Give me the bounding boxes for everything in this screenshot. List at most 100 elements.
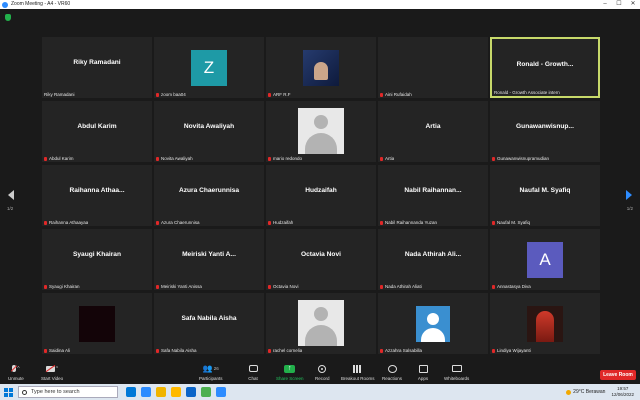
participant-name-label: Abdul Karim <box>44 156 74 161</box>
participant-name-text: Ronald - Growth Associate intern <box>494 90 560 95</box>
participant-tile[interactable]: Zzoom baa04 <box>154 37 264 98</box>
participant-name-label: Syaugi Khairan <box>44 284 80 289</box>
participant-name-text: Azzahra Salsabilla <box>385 348 423 353</box>
apps-button[interactable]: Apps <box>417 364 429 381</box>
taskbar-app-icon[interactable] <box>201 387 211 397</box>
previous-page-arrow-icon[interactable] <box>8 190 14 200</box>
whiteboards-button[interactable]: Whiteboards <box>444 364 469 381</box>
window-title: Zoom Meeting - A4 - VR60 <box>11 1 71 7</box>
participant-name-label: Ronald - Growth Associate intern <box>494 90 560 95</box>
system-tray: 29°C Berawan 19:57 12/06/2022 <box>566 386 640 398</box>
apps-icon <box>418 364 428 373</box>
search-icon <box>22 389 27 395</box>
participant-tile[interactable]: Novita Awaliyah Novita Awaliyah <box>154 101 264 162</box>
participant-tile[interactable]: mario redondo <box>266 101 376 162</box>
breakout-rooms-button[interactable]: Breakout Rooms <box>341 364 375 381</box>
muted-mic-icon <box>156 348 159 353</box>
participant-name-text: rachel cornelia <box>273 348 303 353</box>
search-placeholder: Type here to search <box>31 389 80 395</box>
participant-name-text: Meiriski Yanti Anissa <box>161 284 202 289</box>
participant-tile[interactable]: Hudzaifah Hudzaifah <box>266 165 376 226</box>
participant-tile[interactable]: Nada Athirah Ali... Nada Athirah Aliati <box>378 229 488 290</box>
participant-tile[interactable]: Saidina Ali <box>42 293 152 354</box>
profile-photo <box>527 306 563 342</box>
window-controls: – ☐ ✕ <box>598 0 640 9</box>
participant-name-label: Aini Rufaidah <box>380 92 412 97</box>
windows-start-icon[interactable] <box>0 384 16 400</box>
taskbar-app-icon[interactable] <box>216 387 226 397</box>
meeting-toolbar: ^ Unmute ^ Start Video 👥 26 Participants … <box>0 360 640 384</box>
participant-tile[interactable]: Aini Rufaidah <box>378 37 488 98</box>
participant-name-text: Gunawanwisnupramudian <box>497 156 550 161</box>
participant-tile[interactable]: ARF R.F <box>266 37 376 98</box>
participant-tile[interactable]: A Annastasya Diva <box>490 229 600 290</box>
minimize-button[interactable]: – <box>598 0 612 9</box>
profile-photo <box>303 50 339 86</box>
participants-button[interactable]: 👥 26 Participants <box>199 364 223 381</box>
participant-tile[interactable]: Azzahra Salsabilla <box>378 293 488 354</box>
start-video-button[interactable]: ^ Start Video <box>41 364 63 381</box>
caret-up-icon[interactable]: ^ <box>17 366 19 372</box>
windows-taskbar: Type here to search 29°C Berawan 19:57 1… <box>0 384 640 400</box>
participant-name-label: Hudzaifah <box>268 220 293 225</box>
taskbar-app-icon[interactable] <box>141 387 151 397</box>
participant-name-text: Novita Awaliyah <box>161 156 193 161</box>
record-button[interactable]: Record <box>315 364 330 381</box>
participant-name-label: rachel cornelia <box>268 348 302 353</box>
unmute-button[interactable]: ^ Unmute <box>8 364 24 381</box>
zoom-app-icon <box>2 1 8 8</box>
muted-mic-icon <box>156 284 159 289</box>
participant-name-label: Gunawanwisnupramudian <box>492 156 549 161</box>
participant-name-text: Octavia Novi <box>273 284 299 289</box>
taskbar-app-icon[interactable] <box>186 387 196 397</box>
participant-tile[interactable]: Riky Ramadani Riky Ramadani <box>42 37 152 98</box>
security-shield-icon[interactable] <box>5 14 11 21</box>
participant-tile[interactable]: Raihanna Athaa... Raihanna Athaayaa <box>42 165 152 226</box>
next-page-arrow-icon[interactable] <box>626 190 632 200</box>
record-icon <box>318 364 327 373</box>
participant-tile[interactable]: Ronald - Growth... Ronald - Growth Associ… <box>490 37 600 98</box>
participant-tile[interactable]: Syaugi Khairan Syaugi Khairan <box>42 229 152 290</box>
participant-name-text: Annastasya Diva <box>497 284 531 289</box>
taskbar-app-icon[interactable] <box>126 387 136 397</box>
reactions-button[interactable]: Reactions <box>382 364 402 381</box>
muted-mic-icon <box>268 156 271 161</box>
participant-tile[interactable]: Abdul Karim Abdul Karim <box>42 101 152 162</box>
participant-tile[interactable]: Meiriski Yanti A... Meiriski Yanti Anissa <box>154 229 264 290</box>
muted-mic-icon <box>156 220 159 225</box>
weather-widget[interactable]: 29°C Berawan <box>566 389 605 395</box>
participant-name-label: zoom baa04 <box>156 92 186 97</box>
participant-tile[interactable]: Octavia Novi Octavia Novi <box>266 229 376 290</box>
leave-room-button[interactable]: Leave Room <box>600 370 636 380</box>
participant-tile[interactable]: Naufal M. Syafiq Naufal M. Syafiq <box>490 165 600 226</box>
participant-name-text: Syaugi Khairan <box>49 284 80 289</box>
participant-name-text: Hudzaifah <box>273 220 294 225</box>
participant-tile[interactable]: Safa Nabila Aisha Safa Nabila Aisha <box>154 293 264 354</box>
participant-name-label: Nada Athirah Aliati <box>380 284 422 289</box>
participant-tile[interactable]: Azura Chaerunnisa Azura Chaerunnisa <box>154 165 264 226</box>
participant-tile[interactable]: rachel cornelia <box>266 293 376 354</box>
close-button[interactable]: ✕ <box>626 0 640 9</box>
taskbar-app-icon[interactable] <box>171 387 181 397</box>
caret-up-icon[interactable]: ^ <box>56 366 58 372</box>
share-screen-button[interactable]: ↑ Share Screen <box>276 364 304 381</box>
participant-name-label: ARF R.F <box>268 92 291 97</box>
clock[interactable]: 19:57 12/06/2022 <box>611 386 634 398</box>
participant-tile[interactable]: Lindiya Wijayanti <box>490 293 600 354</box>
muted-mic-icon <box>492 284 495 289</box>
maximize-button[interactable]: ☐ <box>612 0 626 9</box>
page-indicator-right: 1/2 <box>626 206 633 211</box>
chat-button[interactable]: Chat <box>247 364 259 381</box>
participant-tile[interactable]: Nabil Raihannan... Nabil Raihannanda Yuza… <box>378 165 488 226</box>
participant-tile[interactable]: Gunawanwisnup... Gunawanwisnupramudian <box>490 101 600 162</box>
muted-mic-icon <box>380 220 383 225</box>
taskbar-search-input[interactable]: Type here to search <box>18 386 118 398</box>
participant-display-name: Azura Chaerunnisa <box>178 187 240 194</box>
participant-tile[interactable]: Artia Artia <box>378 101 488 162</box>
participant-name-text: Azura Chaerunnisa <box>161 220 200 225</box>
participant-name-text: Abdul Karim <box>49 156 74 161</box>
taskbar-app-icon[interactable] <box>156 387 166 397</box>
title-bar: Zoom Meeting - A4 - VR60 – ☐ ✕ <box>0 0 640 9</box>
muted-mic-icon <box>380 284 383 289</box>
participant-display-name: Safa Nabila Aisha <box>181 315 237 322</box>
